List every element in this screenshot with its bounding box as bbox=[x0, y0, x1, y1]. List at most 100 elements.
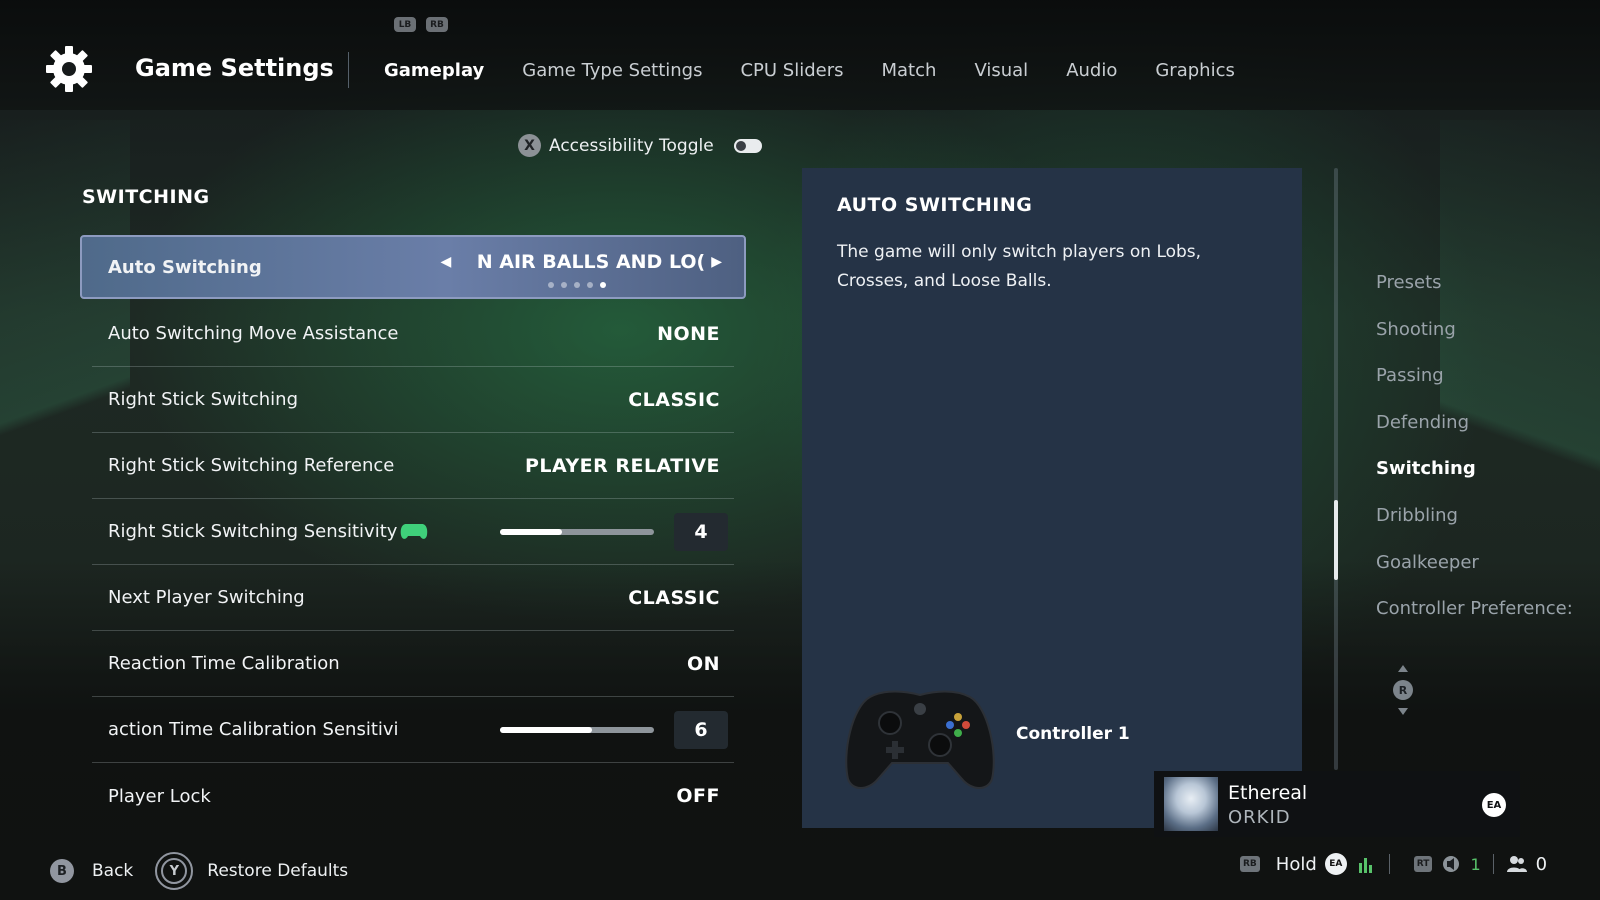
option-dot bbox=[548, 282, 554, 288]
ea-logo-icon: EA bbox=[1482, 793, 1506, 817]
accessibility-toggle-row[interactable]: X Accessibility Toggle bbox=[518, 134, 762, 157]
page-title: Game Settings bbox=[135, 54, 334, 82]
friend-notification[interactable]: Ethereal ORKID EA bbox=[1154, 771, 1520, 837]
setting-label: Reaction Time Calibration bbox=[108, 653, 340, 674]
description-text: The game will only switch players on Lob… bbox=[837, 242, 1202, 291]
settings-list: Auto Switching ◀ N AIR BALLS AND LO( ▶ A… bbox=[80, 235, 746, 829]
setting-value: PLAYER RELATIVE bbox=[524, 454, 720, 477]
option-dot bbox=[574, 282, 580, 288]
setting-label: Auto Switching Move Assistance bbox=[108, 323, 398, 344]
rt-button-icon: RT bbox=[1413, 856, 1433, 872]
tab-cpu-sliders[interactable]: CPU Sliders bbox=[740, 60, 843, 81]
party-members-icon bbox=[1506, 856, 1527, 872]
friend-name: Ethereal bbox=[1228, 782, 1308, 804]
controller-icon bbox=[845, 690, 995, 789]
tab-match[interactable]: Match bbox=[882, 60, 937, 81]
setting-reaction-time-calibration-sensitivity[interactable]: action Time Calibration Sensitivi 6 bbox=[92, 697, 734, 763]
y-button-glyph: Y bbox=[161, 858, 188, 884]
option-dot-active bbox=[600, 282, 606, 288]
tab-graphics[interactable]: Graphics bbox=[1155, 60, 1235, 81]
tab-bar: Gameplay Game Type Settings CPU Sliders … bbox=[384, 60, 1273, 81]
right-stick-label: R bbox=[1399, 684, 1408, 697]
category-scrollbar[interactable] bbox=[1334, 168, 1338, 770]
title-divider bbox=[348, 52, 349, 88]
setting-value: OFF bbox=[676, 785, 720, 807]
arrow-right-icon[interactable]: ▶ bbox=[711, 254, 722, 270]
option-dots bbox=[548, 282, 606, 288]
sensitivity-slider[interactable] bbox=[500, 528, 654, 535]
option-carousel[interactable]: ◀ N AIR BALLS AND LO( ▶ bbox=[440, 251, 722, 273]
slider-fill bbox=[500, 528, 562, 535]
shoulder-hints: LB RB bbox=[394, 17, 448, 32]
category-controller-preference[interactable]: Controller Preference: bbox=[1376, 598, 1600, 645]
voice-count: 1 bbox=[1470, 854, 1481, 874]
category-shooting[interactable]: Shooting bbox=[1376, 319, 1600, 366]
accessibility-toggle-switch[interactable] bbox=[733, 138, 762, 153]
ea-logo-icon: EA bbox=[1324, 853, 1347, 875]
setting-label: Auto Switching bbox=[108, 256, 262, 278]
setting-player-lock[interactable]: Player Lock OFF bbox=[92, 763, 734, 829]
tab-audio[interactable]: Audio bbox=[1066, 60, 1117, 81]
header: LB RB Game Settings Gameplay Game Type S… bbox=[0, 0, 1600, 110]
slider-fill bbox=[500, 726, 593, 733]
x-button-icon: X bbox=[518, 134, 541, 157]
setting-right-stick-switching-sensitivity[interactable]: Right Stick Switching Sensitivity 4 bbox=[92, 499, 734, 565]
lb-button-icon[interactable]: LB bbox=[394, 17, 416, 32]
category-presets[interactable]: Presets bbox=[1376, 272, 1600, 319]
category-defending[interactable]: Defending bbox=[1376, 412, 1600, 459]
avatar bbox=[1164, 777, 1218, 831]
tab-game-type-settings[interactable]: Game Type Settings bbox=[522, 60, 702, 81]
setting-label: Right Stick Switching Reference bbox=[108, 455, 395, 476]
voice-chat-icon bbox=[1443, 856, 1460, 872]
footer-hints: B Back Y Restore Defaults bbox=[50, 852, 348, 890]
status-bar: RB Hold EA RT 1 0 bbox=[1240, 853, 1547, 875]
rb-button-icon[interactable]: RB bbox=[426, 17, 448, 32]
description-panel: AUTO SWITCHING The game will only switch… bbox=[802, 168, 1302, 828]
setting-value: ON bbox=[686, 652, 720, 675]
gamepad-icon bbox=[400, 524, 428, 539]
setting-right-stick-switching[interactable]: Right Stick Switching CLASSIC bbox=[92, 367, 734, 433]
y-button-icon[interactable]: Y bbox=[155, 852, 194, 890]
setting-value: NONE bbox=[657, 322, 720, 345]
setting-label: Next Player Switching bbox=[108, 587, 305, 608]
signal-bars-icon bbox=[1358, 858, 1372, 873]
accessibility-toggle-label: Accessibility Toggle bbox=[549, 135, 714, 156]
gear-icon bbox=[46, 46, 92, 92]
category-passing[interactable]: Passing bbox=[1376, 365, 1600, 412]
controller-label: Controller 1 bbox=[1016, 724, 1130, 744]
category-scrollbar-thumb[interactable] bbox=[1334, 500, 1338, 580]
slider-value: 4 bbox=[674, 512, 728, 551]
setting-value: CLASSIC bbox=[628, 388, 720, 411]
party-count: 0 bbox=[1535, 853, 1548, 875]
section-title: SWITCHING bbox=[82, 186, 210, 208]
setting-value: CLASSIC bbox=[628, 586, 720, 609]
hold-label: Hold bbox=[1275, 853, 1317, 875]
option-dot bbox=[587, 282, 593, 288]
setting-value: N AIR BALLS AND LO( bbox=[476, 251, 706, 273]
status-divider bbox=[1388, 854, 1390, 874]
category-switching[interactable]: Switching bbox=[1376, 458, 1600, 505]
description-title: AUTO SWITCHING bbox=[837, 194, 1033, 216]
right-stick-scroll-icon: R bbox=[1393, 665, 1413, 715]
back-label[interactable]: Back bbox=[92, 861, 133, 881]
tab-visual[interactable]: Visual bbox=[974, 60, 1028, 81]
setting-auto-switching[interactable]: Auto Switching ◀ N AIR BALLS AND LO( ▶ bbox=[80, 235, 746, 299]
tab-gameplay[interactable]: Gameplay bbox=[384, 60, 484, 81]
friend-subtitle: ORKID bbox=[1228, 807, 1291, 828]
setting-right-stick-switching-reference[interactable]: Right Stick Switching Reference PLAYER R… bbox=[92, 433, 734, 499]
setting-reaction-time-calibration[interactable]: Reaction Time Calibration ON bbox=[92, 631, 734, 697]
setting-auto-switching-move-assistance[interactable]: Auto Switching Move Assistance NONE bbox=[92, 301, 734, 367]
setting-next-player-switching[interactable]: Next Player Switching CLASSIC bbox=[92, 565, 734, 631]
category-dribbling[interactable]: Dribbling bbox=[1376, 505, 1600, 552]
category-goalkeeper[interactable]: Goalkeeper bbox=[1376, 552, 1600, 599]
setting-label: Right Stick Switching bbox=[108, 389, 298, 410]
restore-defaults-label[interactable]: Restore Defaults bbox=[207, 861, 348, 881]
sensitivity-slider[interactable] bbox=[500, 726, 654, 733]
rb-button-icon: RB bbox=[1240, 856, 1260, 872]
setting-label: Right Stick Switching Sensitivity bbox=[108, 521, 398, 542]
setting-label: action Time Calibration Sensitivi bbox=[108, 719, 398, 740]
b-button-icon[interactable]: B bbox=[50, 859, 74, 883]
arrow-left-icon[interactable]: ◀ bbox=[440, 254, 451, 270]
category-list: Presets Shooting Passing Defending Switc… bbox=[1376, 272, 1600, 645]
slider-value: 6 bbox=[674, 710, 728, 749]
